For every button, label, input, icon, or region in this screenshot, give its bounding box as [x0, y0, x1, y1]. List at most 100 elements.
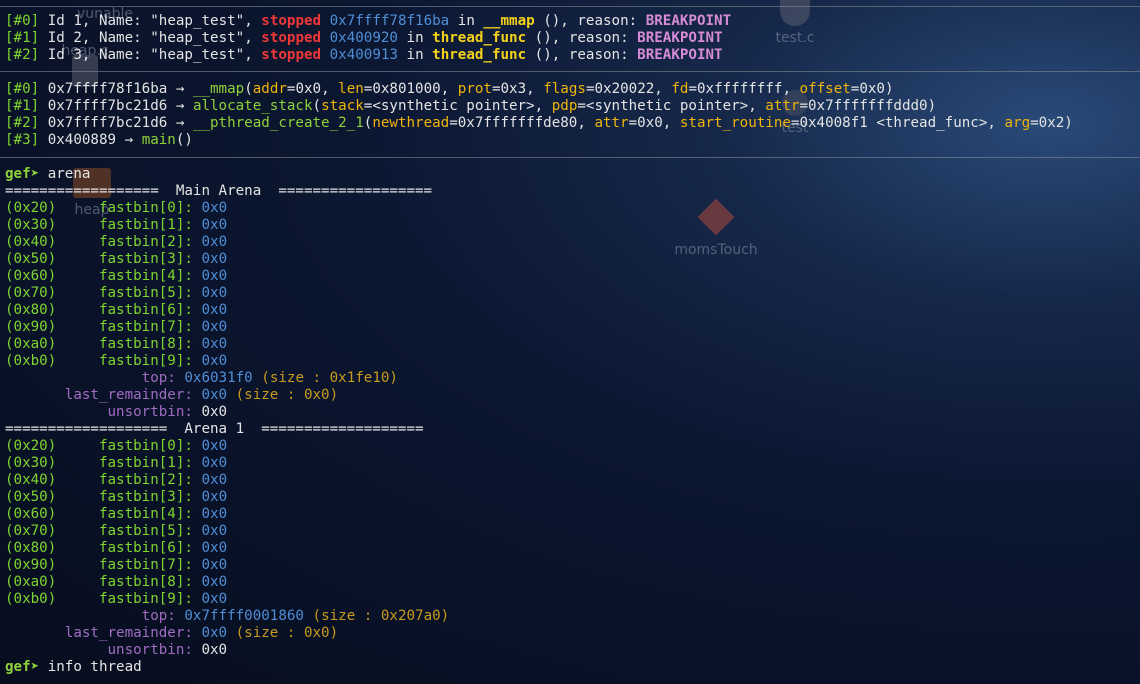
arg-value: <synthetic pointer>	[372, 98, 535, 114]
fastbin-size: (0x80)	[5, 302, 57, 318]
frame-function: __mmap	[192, 81, 245, 97]
frame-index: [#0]	[5, 81, 40, 97]
arg-name: offset	[799, 81, 851, 97]
fastbin-row: (0xb0) fastbin[9]: 0x0	[5, 591, 227, 608]
fastbin-name: fastbin[2]:	[98, 234, 193, 250]
terminal-output[interactable]: [#0] Id 1, Name: "heap_test", stopped 0x…	[0, 0, 1140, 684]
fastbin-name: fastbin[9]:	[98, 591, 193, 607]
last-remainder-size: (size : 0x0)	[235, 387, 339, 403]
fastbin-name: fastbin[8]:	[98, 574, 193, 590]
fastbin-value: 0x0	[201, 591, 228, 607]
arg-name: flags	[543, 81, 586, 97]
fastbin-row: (0xa0) fastbin[8]: 0x0	[5, 336, 227, 353]
top-size: (size : 0x207a0)	[312, 608, 450, 624]
arg-value: 0x0	[637, 115, 663, 131]
trace-line: [#0] 0x7ffff78f16ba → __mmap(addr=0x0, l…	[5, 81, 894, 97]
arena-header: ================== Main Arena ==========…	[5, 183, 433, 199]
fastbin-name: fastbin[4]:	[98, 268, 193, 284]
separator	[0, 71, 1140, 72]
command-line: gef➤ arena	[5, 166, 90, 183]
fastbin-name: fastbin[6]:	[98, 540, 193, 556]
fastbin-row: (0x40) fastbin[2]: 0x0	[5, 234, 227, 251]
frame-function: allocate_stack	[192, 98, 313, 114]
fastbin-row: (0x30) fastbin[1]: 0x0	[5, 455, 227, 472]
fastbin-value: 0x0	[201, 302, 228, 318]
unsortbin-value: 0x0	[201, 642, 228, 658]
fastbin-row: (0xa0) fastbin[8]: 0x0	[5, 574, 227, 591]
arg-name: stack	[321, 98, 364, 114]
top-address: 0x7ffff0001860	[184, 608, 304, 624]
fastbin-size: (0xb0)	[5, 353, 57, 369]
fastbin-name: fastbin[5]:	[98, 523, 193, 539]
fastbin-row: (0x20) fastbin[0]: 0x0	[5, 438, 227, 455]
fastbin-name: fastbin[3]:	[98, 489, 193, 505]
arg-value: 0x7fffffffddd0	[808, 98, 928, 114]
fastbin-row: (0x20) fastbin[0]: 0x0	[5, 200, 227, 217]
fastbin-value: 0x0	[201, 319, 228, 335]
last-remainder-size: (size : 0x0)	[235, 625, 339, 641]
last-remainder-label: last_remainder:	[64, 387, 193, 403]
fastbin-name: fastbin[7]:	[98, 319, 193, 335]
fastbin-value: 0x0	[201, 455, 228, 471]
frame-index: [#1]	[5, 98, 40, 114]
top-chunk-row: top: 0x7ffff0001860 (size : 0x207a0)	[5, 608, 450, 625]
trace-line: [#2] 0x7ffff7bc21d6 → __pthread_create_2…	[5, 115, 1073, 131]
unsortbin-row: unsortbin: 0x0	[5, 642, 228, 659]
thread-line: [#0] Id 1, Name: "heap_test", stopped 0x…	[5, 13, 732, 29]
prompt: gef➤	[5, 659, 40, 675]
frame-address: 0x400889	[47, 132, 117, 148]
frame-address: 0x7ffff7bc21d6	[47, 115, 168, 131]
command-line[interactable]: gef➤ info thread	[5, 659, 142, 676]
arg-name: len	[338, 81, 364, 97]
prompt: gef➤	[5, 166, 40, 182]
fastbin-value: 0x0	[201, 217, 228, 233]
fastbin-value: 0x0	[201, 506, 228, 522]
fastbin-size: (0x40)	[5, 234, 57, 250]
top-label: top:	[141, 370, 176, 386]
fastbin-value: 0x0	[201, 523, 228, 539]
arg-value: 0x7fffffffde80	[457, 115, 578, 131]
arg-value: 0x0	[295, 81, 322, 97]
fastbin-name: fastbin[1]:	[98, 455, 193, 471]
arg-value: 0x2	[1038, 115, 1065, 131]
fastbin-row: (0x80) fastbin[6]: 0x0	[5, 540, 227, 557]
fastbin-size: (0x60)	[5, 268, 57, 284]
fastbin-size: (0x20)	[5, 200, 57, 216]
arg-name: newthread	[372, 115, 450, 131]
unsortbin-value: 0x0	[201, 404, 228, 420]
fastbin-value: 0x0	[201, 234, 228, 250]
fastbin-value: 0x0	[201, 336, 228, 352]
fastbin-name: fastbin[7]:	[98, 557, 193, 573]
fastbin-value: 0x0	[201, 353, 228, 369]
arg-name: pdp	[551, 98, 578, 114]
fastbin-size: (0x90)	[5, 557, 57, 573]
arg-name: attr	[765, 98, 800, 114]
arg-name: start_routine	[679, 115, 791, 131]
arg-value: <synthetic pointer>	[585, 98, 749, 114]
fastbin-size: (0x90)	[5, 319, 57, 335]
trace-line: [#3] 0x400889 → main()	[5, 132, 193, 148]
frame-function: __pthread_create_2_1	[192, 115, 364, 131]
arg-value: 0x20022	[594, 81, 655, 97]
fastbin-row: (0x90) fastbin[7]: 0x0	[5, 557, 227, 574]
top-size: (size : 0x1fe10)	[261, 370, 398, 386]
fastbin-name: fastbin[2]:	[98, 472, 193, 488]
fastbin-value: 0x0	[201, 472, 228, 488]
fastbin-row: (0x60) fastbin[4]: 0x0	[5, 268, 227, 285]
fastbin-value: 0x0	[201, 557, 228, 573]
fastbin-name: fastbin[3]:	[98, 251, 193, 267]
fastbin-value: 0x0	[201, 489, 228, 505]
fastbin-row: (0x50) fastbin[3]: 0x0	[5, 489, 227, 506]
fastbin-size: (0x20)	[5, 438, 57, 454]
fastbin-size: (0xa0)	[5, 336, 57, 352]
fastbin-size: (0x60)	[5, 506, 57, 522]
fastbin-size: (0x70)	[5, 285, 57, 301]
frame-address: 0x7ffff78f16ba	[47, 81, 168, 97]
top-label: top:	[141, 608, 176, 624]
fastbin-value: 0x0	[201, 251, 228, 267]
fastbin-value: 0x0	[201, 285, 228, 301]
fastbin-value: 0x0	[201, 268, 228, 284]
arg-name: addr	[252, 81, 287, 97]
arena-header: =================== Arena 1 ============…	[5, 421, 424, 437]
fastbin-name: fastbin[8]:	[98, 336, 193, 352]
